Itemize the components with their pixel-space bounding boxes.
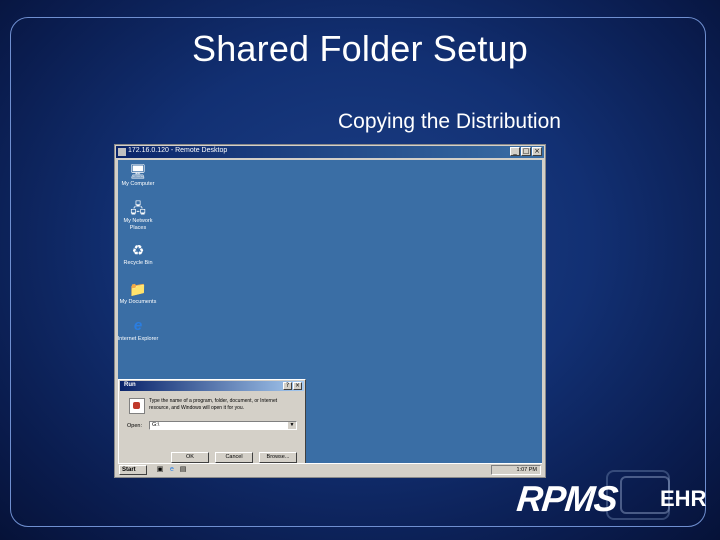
- explorer-icon[interactable]: ▤: [179, 466, 187, 474]
- ok-button[interactable]: OK: [171, 452, 209, 463]
- open-input-value: G:\: [152, 422, 160, 428]
- run-dialog: Run ? × Type the name of a program, fold…: [118, 379, 306, 474]
- desktop-icon-my-computer[interactable]: 🖥 My Computer: [116, 163, 160, 188]
- show-desktop-icon[interactable]: ▣: [156, 466, 164, 474]
- ehr-logo: EHR: [660, 486, 707, 511]
- taskbar: Start ▣ e ▤ 1:07 PM: [118, 463, 542, 476]
- slide-title: Shared Folder Setup: [191, 28, 528, 69]
- desktop-icon-internet-explorer[interactable]: e Internet Explorer: [116, 318, 160, 343]
- recycle-bin-icon: ♻: [131, 242, 145, 258]
- desktop-icon-network-places[interactable]: 🖧 My Network Places: [116, 200, 160, 232]
- my-documents-icon: 📁: [129, 281, 147, 297]
- internet-explorer-icon[interactable]: e: [168, 466, 176, 474]
- close-button[interactable]: ×: [532, 147, 542, 156]
- run-description: Type the name of a program, folder, docu…: [149, 398, 278, 411]
- desktop-icon-label: My Computer: [121, 181, 155, 187]
- clock: 1:07 PM: [516, 467, 537, 473]
- desktop-icon-label: My Network Places: [123, 218, 153, 231]
- cancel-button[interactable]: Cancel: [215, 452, 253, 463]
- run-dialog-title: Run: [124, 382, 136, 388]
- run-dialog-titlebar[interactable]: Run ? ×: [120, 381, 304, 391]
- browse-button[interactable]: Browse...: [259, 452, 297, 463]
- remote-desktop-icon: [118, 148, 126, 156]
- network-places-icon: 🖧: [130, 200, 146, 216]
- desktop-icon-my-documents[interactable]: 📁 My Documents: [116, 281, 160, 306]
- desktop-icon-label: Recycle Bin: [123, 260, 153, 266]
- remote-desktop-title: 172.16.0.120 - Remote Desktop: [128, 147, 228, 154]
- chevron-down-icon[interactable]: ▼: [288, 422, 296, 429]
- minimize-button[interactable]: _: [510, 147, 520, 156]
- my-computer-icon: 🖥: [129, 163, 147, 179]
- slide-subtitle: Copying the Distribution: [338, 110, 561, 133]
- desktop-icon-recycle-bin[interactable]: ♻ Recycle Bin: [116, 242, 160, 267]
- rpms-logo: RPMS: [514, 478, 620, 519]
- help-button[interactable]: ?: [283, 382, 292, 390]
- open-label: Open:: [127, 423, 142, 429]
- start-button[interactable]: Start: [119, 465, 147, 475]
- run-close-button[interactable]: ×: [293, 382, 302, 390]
- run-program-icon: [129, 398, 145, 414]
- open-input[interactable]: G:\ ▼: [149, 421, 297, 430]
- internet-explorer-icon: e: [133, 317, 143, 334]
- remote-desktop-window: 172.16.0.120 - Remote Desktop _ □ × 🖥 My…: [114, 144, 546, 478]
- maximize-button[interactable]: □: [521, 147, 531, 156]
- desktop-icon-label: My Documents: [119, 299, 157, 305]
- system-tray: 1:07 PM: [491, 465, 541, 475]
- remote-desktop-titlebar[interactable]: 172.16.0.120 - Remote Desktop _ □ ×: [116, 146, 544, 158]
- desktop-icon-label: Internet Explorer: [117, 336, 159, 342]
- remote-desktop-area: 🖥 My Computer 🖧 My Network Places ♻ Recy…: [116, 160, 542, 474]
